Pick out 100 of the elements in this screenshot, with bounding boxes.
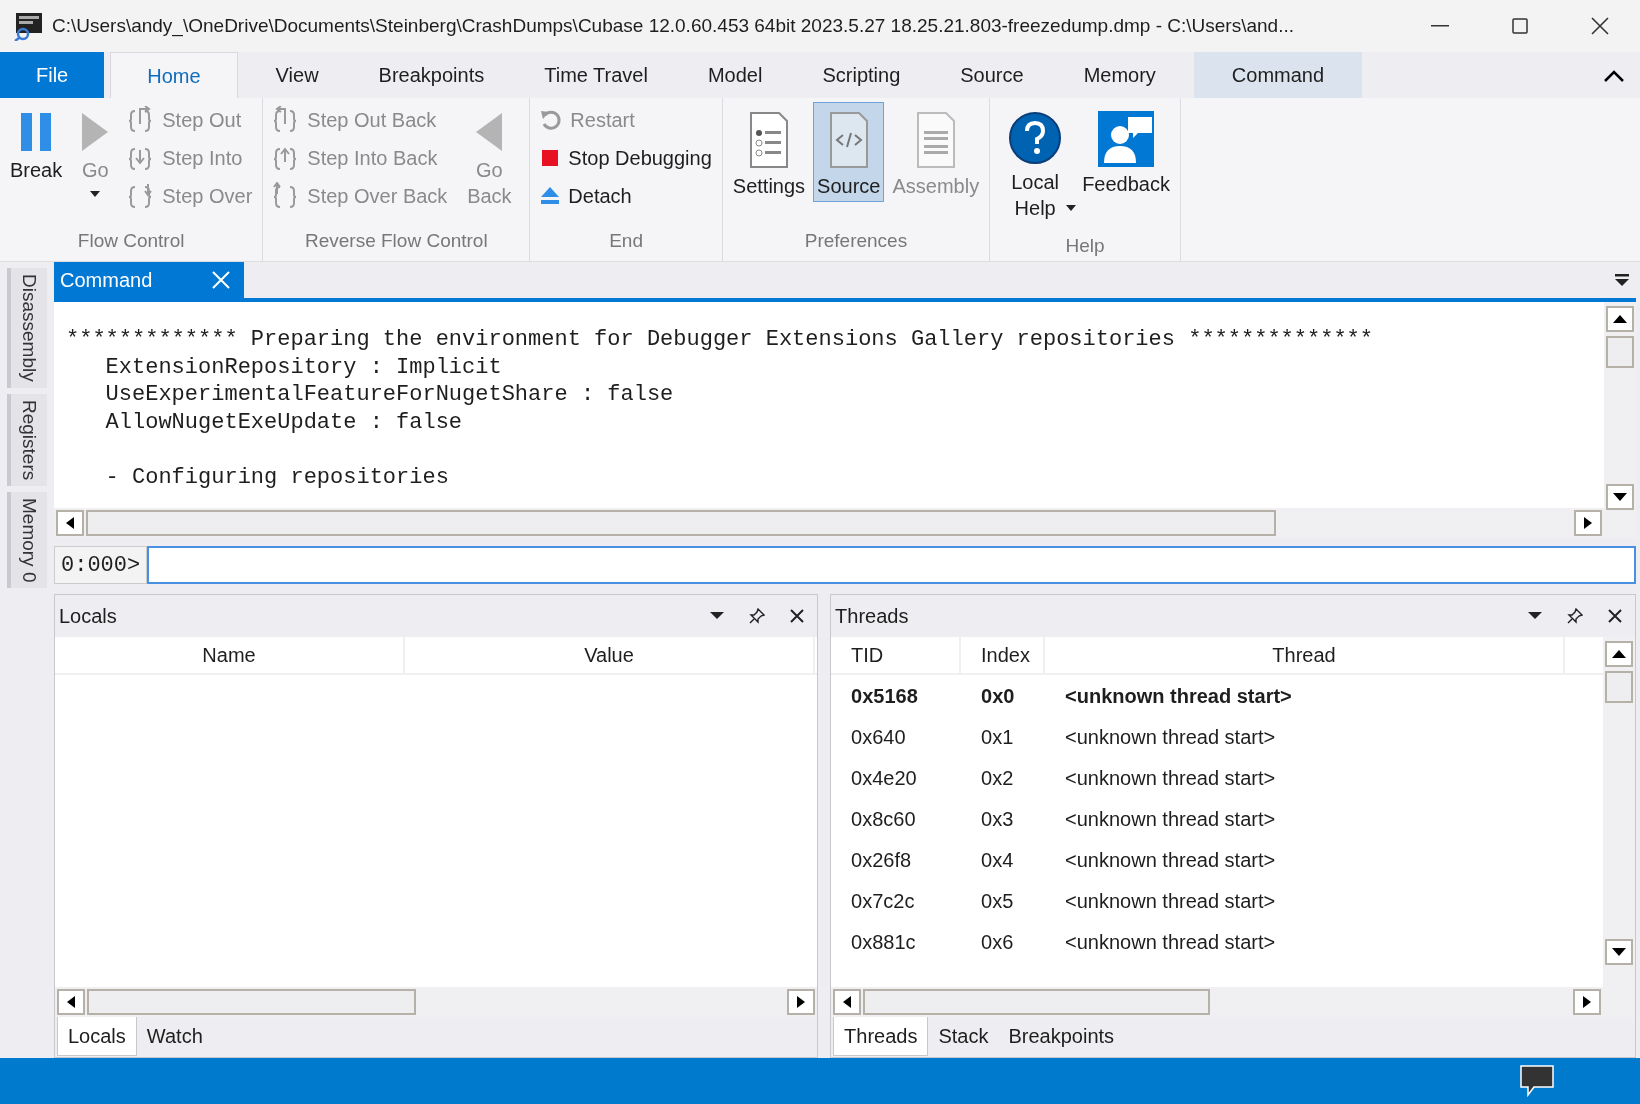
scroll-right-button[interactable]	[1573, 989, 1601, 1015]
column-header[interactable]: Thread	[1045, 637, 1566, 673]
right-arrow-icon	[1583, 996, 1591, 1008]
table-cell-text: 0x6	[980, 929, 1015, 955]
table-cell-text: 0x7c2c	[850, 888, 916, 914]
help-icon	[1008, 111, 1063, 165]
side-tab[interactable]: Memory 0	[6, 491, 48, 589]
ribbon-tab[interactable]: Memory	[1061, 52, 1178, 98]
panel-title: Locals	[59, 604, 118, 629]
table-cell-text: <unknown thread start>	[1064, 929, 1276, 955]
maximize-icon	[1512, 18, 1528, 34]
ribbon-tab[interactable]: Scripting	[800, 52, 923, 98]
scroll-up-button[interactable]	[1605, 641, 1633, 667]
feedback-icon	[1098, 111, 1155, 167]
table-cell-text: 0x5	[980, 888, 1015, 914]
scroll-down-button[interactable]	[1605, 939, 1633, 965]
ribbon-tab[interactable]: Breakpoints	[356, 52, 507, 98]
table-cell-text: <unknown thread start>	[1064, 765, 1276, 791]
minimize-icon	[1431, 25, 1449, 27]
document-tab[interactable]: Command	[54, 262, 245, 298]
output-line: AllowNugetExeUpdate : false	[104, 408, 464, 436]
close-icon[interactable]	[789, 608, 806, 624]
group-label: Reverse Flow Control	[304, 229, 489, 253]
thread-row[interactable]: 0x881c 0x6 <unknown thread start>	[831, 921, 1603, 962]
side-tab[interactable]: Disassembly	[6, 268, 48, 388]
table-cell-text: 0x4	[980, 847, 1015, 873]
thread-row[interactable]: 0x4e20 0x2 <unknown thread start>	[831, 757, 1603, 798]
eject-icon	[540, 186, 561, 206]
table-cell-text: 0x3	[980, 806, 1015, 832]
up-arrow-icon	[1612, 650, 1626, 658]
scrollbar-thumb[interactable]	[1606, 336, 1634, 368]
scroll-right-button[interactable]	[1574, 510, 1602, 536]
scroll-left-button[interactable]	[833, 989, 862, 1015]
binary-document-icon	[915, 111, 956, 169]
code-document-icon	[828, 111, 869, 169]
command-input[interactable]	[147, 546, 1636, 584]
table-cell-text: <unknown thread start>	[1064, 724, 1276, 750]
group-label: Preferences	[803, 229, 909, 253]
side-tab[interactable]: Registers	[6, 393, 48, 486]
column-header[interactable]: TID	[831, 637, 962, 673]
panel-tab[interactable]: Watch	[136, 1017, 213, 1055]
back-triangle-icon	[474, 111, 505, 153]
stop-icon	[540, 148, 561, 168]
scroll-left-button[interactable]	[57, 989, 85, 1015]
command-prompt: 0:000>	[54, 546, 148, 584]
output-line: ExtensionRepository : Implicit	[104, 353, 503, 381]
ribbon-tab[interactable]: Home	[110, 52, 238, 98]
table-cell-text: 0x5168	[850, 683, 919, 709]
scrollbar-thumb[interactable]	[1605, 671, 1633, 703]
close-icon[interactable]	[1607, 608, 1623, 624]
scroll-down-button[interactable]	[1606, 484, 1634, 510]
scrollbar-thumb[interactable]	[863, 989, 1211, 1015]
table-cell-text: 0x8c60	[850, 806, 917, 832]
group-label: End	[608, 229, 644, 253]
thread-row[interactable]: 0x5168 0x0 <unknown thread start>	[831, 675, 1603, 716]
column-header[interactable]: Value	[405, 637, 815, 673]
ribbon-button[interactable]: Local Help	[996, 102, 1075, 230]
ribbon-tab[interactable]: Model	[685, 52, 785, 98]
ribbon-button[interactable]: Break	[6, 102, 67, 186]
collapse-icon	[1604, 70, 1624, 82]
ribbon-button[interactable]: Stop Debugging	[536, 140, 716, 176]
panel-tab[interactable]: Breakpoints	[998, 1017, 1125, 1055]
step-over-icon	[128, 182, 155, 210]
app-icon	[14, 11, 44, 41]
restart-icon	[540, 109, 563, 131]
ribbon-button[interactable]: Detach	[536, 178, 716, 214]
pin-icon[interactable]	[749, 608, 766, 624]
thread-row[interactable]: 0x8c60 0x3 <unknown thread start>	[831, 798, 1603, 839]
scrollbar-thumb[interactable]	[87, 989, 417, 1015]
overflow-menu-icon	[1614, 272, 1630, 288]
scroll-right-button[interactable]	[787, 989, 816, 1015]
right-arrow-icon	[1584, 517, 1592, 529]
ribbon-button[interactable]: Source	[813, 102, 885, 202]
thread-row[interactable]: 0x26f8 0x4 <unknown thread start>	[831, 839, 1603, 880]
ribbon-button[interactable]: Settings	[728, 102, 810, 202]
thread-row[interactable]: 0x7c2c 0x5 <unknown thread start>	[831, 880, 1603, 921]
ribbon-tab[interactable]: Source	[938, 52, 1046, 98]
table-cell-text: 0x640	[850, 724, 907, 750]
panel-tab[interactable]: Threads	[833, 1017, 929, 1056]
panel-tab[interactable]: Locals	[57, 1017, 137, 1056]
up-arrow-icon	[1613, 315, 1627, 323]
chat-icon[interactable]	[1520, 1065, 1554, 1097]
pin-icon[interactable]	[1567, 608, 1583, 624]
scroll-left-button[interactable]	[56, 510, 84, 536]
left-arrow-icon	[67, 996, 75, 1008]
panel-tab[interactable]: Stack	[928, 1017, 999, 1055]
column-header[interactable]: Index	[961, 637, 1046, 673]
table-cell-text: <unknown thread start>	[1064, 683, 1292, 709]
ribbon-tab[interactable]: Command	[1193, 52, 1363, 98]
ribbon-tab[interactable]: File	[0, 52, 105, 98]
ribbon-tab[interactable]: View	[253, 52, 341, 98]
ribbon-tab[interactable]: Time Travel	[522, 52, 670, 98]
column-header[interactable]: Name	[55, 637, 405, 673]
ribbon-button[interactable]: Feedback	[1078, 102, 1174, 200]
scroll-up-button[interactable]	[1606, 306, 1634, 332]
output-line: UseExperimentalFeatureForNugetShare : false	[104, 381, 675, 409]
thread-row[interactable]: 0x640 0x1 <unknown thread start>	[831, 716, 1603, 757]
scrollbar-thumb[interactable]	[86, 510, 1276, 536]
output-line: ************* Preparing the environment for Debugger Extensions Gallery repositories **************	[66, 326, 1374, 354]
right-arrow-icon	[797, 996, 806, 1008]
